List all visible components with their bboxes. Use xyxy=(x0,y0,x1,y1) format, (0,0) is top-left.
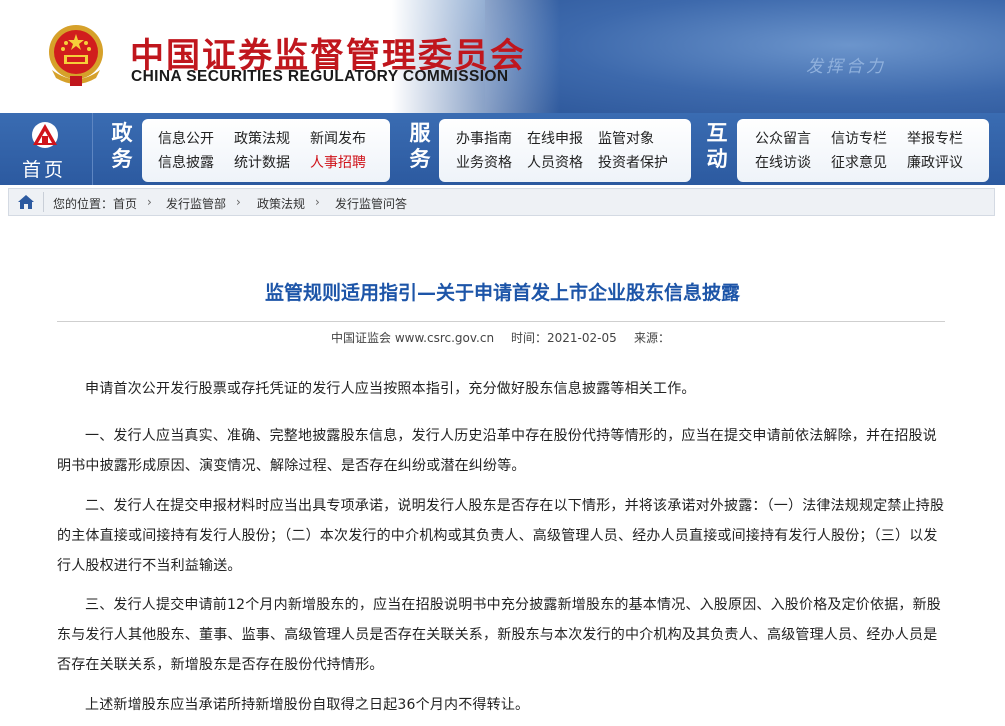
nav-panel-service: 办事指南 在线申报 监管对象 业务资格 人员资格 投资者保护 xyxy=(439,119,691,182)
breadcrumb: 您的位置： 首页 › 发行监管部 › 政策法规 › 发行监管问答 xyxy=(8,188,995,216)
chevron-right-icon: › xyxy=(236,195,241,209)
breadcrumb-item-policy[interactable]: 政策法规 xyxy=(257,195,305,212)
header-sky-background xyxy=(485,0,1005,113)
nav-link-regulated-entities[interactable]: 监管对象 xyxy=(598,128,654,148)
breadcrumb-prefix: 您的位置： xyxy=(53,197,114,211)
nav-link-info-public[interactable]: 信息公开 xyxy=(158,128,214,148)
nav-link-petition[interactable]: 信访专栏 xyxy=(831,128,887,148)
nav-link-news[interactable]: 新闻发布 xyxy=(310,128,366,148)
article-paragraph: 一、发行人应当真实、准确、完整地披露股东信息，发行人历史沿革中存在股份代持等情形… xyxy=(57,428,937,474)
nav-link-online-apply[interactable]: 在线申报 xyxy=(527,128,583,148)
article-paragraph: 申请首次公开发行股票或存托凭证的发行人应当按照本指引，充分做好股东信息披露等相关… xyxy=(85,381,696,397)
nav-panel-gov: 信息公开 政策法规 新闻发布 信息披露 统计数据 人事招聘 xyxy=(142,119,390,182)
nav-link-policy[interactable]: 政策法规 xyxy=(234,128,290,148)
nav-home-label: 首页 xyxy=(22,159,67,181)
nav-group-title-service: 服务 xyxy=(406,120,434,172)
national-emblem-icon[interactable] xyxy=(44,22,108,88)
article-paragraph: 二、发行人在提交申报材料时应当出具专项承诺，说明发行人股东是否存在以下情形，并将… xyxy=(57,498,945,574)
nav-link-statistics[interactable]: 统计数据 xyxy=(234,152,290,172)
nav-link-guide[interactable]: 办事指南 xyxy=(456,128,512,148)
nav-panel-interact: 公众留言 信访专栏 举报专栏 在线访谈 征求意见 廉政评议 xyxy=(737,119,989,182)
nav-home-button[interactable]: 首页 xyxy=(8,113,84,185)
nav-link-personnel-qualification[interactable]: 人员资格 xyxy=(527,152,583,172)
nav-link-interview[interactable]: 在线访谈 xyxy=(755,152,811,172)
site-title-en: CHINA SECURITIES REGULATORY COMMISSION xyxy=(131,68,509,85)
article-origin: 来源： xyxy=(634,331,671,345)
header-slogan: 发挥合力 xyxy=(806,57,886,77)
nav-group-title-interact-text: 互动 xyxy=(706,121,728,171)
nav-link-integrity-review[interactable]: 廉政评议 xyxy=(907,152,963,172)
title-divider xyxy=(57,321,945,322)
csrc-logo-icon xyxy=(32,122,58,148)
nav-group-title-interact: 互动 xyxy=(703,120,731,172)
chevron-right-icon: › xyxy=(147,195,152,209)
nav-group-title-gov-text: 政务 xyxy=(111,121,133,171)
nav-link-business-qualification[interactable]: 业务资格 xyxy=(456,152,512,172)
article-paragraph: 上述新增股东应当承诺所持新增股份自取得之日起36个月内不得转让。 xyxy=(85,697,530,713)
breadcrumb-item-home[interactable]: 首页 xyxy=(113,195,137,212)
nav-link-investor-protection[interactable]: 投资者保护 xyxy=(598,152,668,172)
nav-divider xyxy=(92,113,93,185)
breadcrumb-item-issuance-dept[interactable]: 发行监管部 xyxy=(166,195,226,212)
nav-link-disclosure[interactable]: 信息披露 xyxy=(158,152,214,172)
article-time: 时间：2021-02-05 xyxy=(511,331,617,345)
nav-link-recruitment[interactable]: 人事招聘 xyxy=(310,152,366,172)
chevron-right-icon: › xyxy=(315,195,320,209)
breadcrumb-divider xyxy=(43,192,44,212)
home-icon[interactable] xyxy=(17,194,35,210)
nav-group-title-service-text: 服务 xyxy=(409,121,431,171)
site-header: 中国证券监督管理委员会 CHINA SECURITIES REGULATORY … xyxy=(0,0,1005,113)
nav-group-title-gov: 政务 xyxy=(108,120,136,172)
article-paragraph: 三、发行人提交申请前12个月内新增股东的，应当在招股说明书中充分披露新增股东的基… xyxy=(57,597,942,673)
nav-link-public-message[interactable]: 公众留言 xyxy=(755,128,811,148)
article-title: 监管规则适用指引—关于申请首发上市企业股东信息披露 xyxy=(264,282,740,304)
nav-link-consultation[interactable]: 征求意见 xyxy=(831,152,887,172)
article-source: 中国证监会 www.csrc.gov.cn xyxy=(331,331,495,345)
breadcrumb-item-qa[interactable]: 发行监管问答 xyxy=(335,195,407,212)
nav-link-report[interactable]: 举报专栏 xyxy=(907,128,963,148)
